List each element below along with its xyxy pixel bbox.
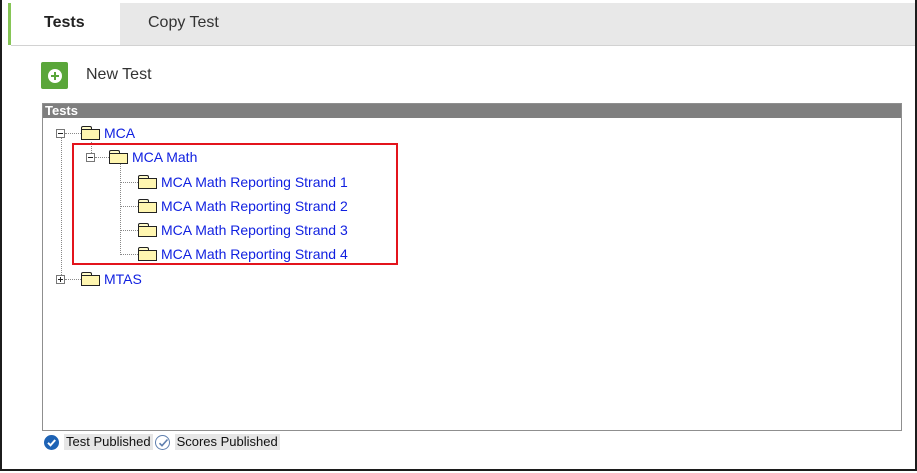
new-test-label: New Test <box>86 66 152 83</box>
collapse-icon[interactable] <box>56 128 65 138</box>
folder-icon <box>138 199 157 213</box>
folder-icon <box>81 126 100 140</box>
tree-node-mtas: MTAS <box>56 270 142 288</box>
tree-connector <box>120 254 138 256</box>
tab-copy-test[interactable]: Copy Test <box>148 3 219 45</box>
collapse-icon[interactable] <box>86 152 95 162</box>
tree-node-strand: MCA Math Reporting Strand 3 <box>138 221 348 239</box>
tree-connector <box>61 138 63 283</box>
tree-node-label[interactable]: MCA Math Reporting Strand 4 <box>161 246 348 262</box>
test-published-icon <box>44 434 59 450</box>
tree-connector <box>120 230 138 232</box>
expand-icon[interactable] <box>56 274 65 284</box>
new-test-button[interactable]: New Test <box>41 61 152 89</box>
scores-published-label: Scores Published <box>174 434 280 450</box>
tab-bar: Tests Copy Test <box>11 3 915 46</box>
folder-icon <box>138 223 157 237</box>
tree-node-strand: MCA Math Reporting Strand 4 <box>138 245 348 263</box>
folder-icon <box>138 247 157 261</box>
tree-node-label[interactable]: MCA <box>104 125 135 141</box>
tree-connector <box>120 162 122 255</box>
tree-node-mca: MCA <box>56 124 135 142</box>
add-icon <box>41 61 68 89</box>
test-published-label: Test Published <box>64 434 153 450</box>
tree-connector <box>120 182 138 184</box>
folder-icon <box>81 272 100 286</box>
tree-node-label[interactable]: MCA Math Reporting Strand 3 <box>161 222 348 238</box>
tree-node-label[interactable]: MTAS <box>104 271 142 287</box>
panel-header: Tests <box>43 104 901 118</box>
scores-published-icon <box>154 434 170 450</box>
legend: Test Published Scores Published <box>44 433 280 451</box>
folder-icon <box>138 175 157 189</box>
tree-node-label[interactable]: MCA Math Reporting Strand 2 <box>161 198 348 214</box>
tab-tests[interactable]: Tests <box>11 3 120 45</box>
tree-node-strand: MCA Math Reporting Strand 1 <box>138 173 348 191</box>
folder-icon <box>109 150 128 164</box>
tree-node-strand: MCA Math Reporting Strand 2 <box>138 197 348 215</box>
tree-connector <box>120 206 138 208</box>
tree-node-label[interactable]: MCA Math Reporting Strand 1 <box>161 174 348 190</box>
tree-node-label[interactable]: MCA Math <box>132 149 197 165</box>
tree-node-mca-math: MCA Math <box>86 148 197 166</box>
